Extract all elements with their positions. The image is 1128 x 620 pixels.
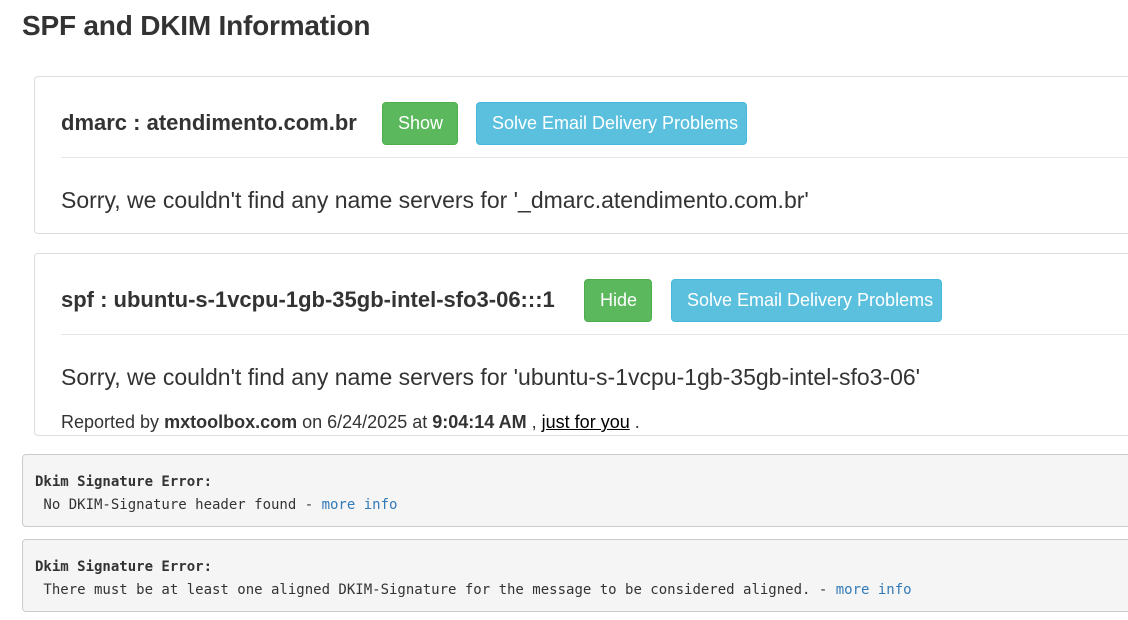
solve-email-delivery-button[interactable]: Solve Email Delivery Problems bbox=[671, 279, 942, 322]
dmarc-panel-header: dmarc : atendimento.com.br Show Solve Em… bbox=[61, 77, 1128, 158]
just-for-you-link[interactable]: just for you bbox=[542, 412, 630, 432]
spf-panel: spf : ubuntu-s-1vcpu-1gb-35gb-intel-sfo3… bbox=[34, 253, 1128, 436]
page-title: SPF and DKIM Information bbox=[22, 10, 371, 41]
reported-site: mxtoolbox.com bbox=[164, 412, 298, 432]
reported-time: 9:04:14 AM bbox=[432, 412, 527, 432]
more-info-link[interactable]: more info bbox=[322, 497, 398, 513]
solve-email-delivery-button[interactable]: Solve Email Delivery Problems bbox=[476, 102, 747, 145]
spf-message: Sorry, we couldn't find any name servers… bbox=[61, 364, 921, 390]
hide-button[interactable]: Hide bbox=[584, 279, 652, 322]
show-button[interactable]: Show bbox=[382, 102, 458, 145]
reported-date: on 6/24/2025 at bbox=[302, 412, 428, 432]
spf-panel-header: spf : ubuntu-s-1vcpu-1gb-35gb-intel-sfo3… bbox=[61, 254, 1128, 335]
dkim-error-message: There must be at least one aligned DKIM-… bbox=[35, 582, 836, 598]
reported-comma: , bbox=[531, 412, 537, 432]
dkim-error-box: Dkim Signature Error: There must be at l… bbox=[22, 539, 1128, 612]
dkim-error-box: Dkim Signature Error: No DKIM-Signature … bbox=[22, 454, 1128, 527]
dkim-error-message: No DKIM-Signature header found - bbox=[35, 497, 322, 513]
reported-end: . bbox=[634, 412, 640, 432]
dmarc-heading: dmarc : atendimento.com.br bbox=[61, 110, 357, 135]
reported-by-line: Reported by mxtoolbox.com on 6/24/2025 a… bbox=[61, 412, 640, 433]
dmarc-panel: dmarc : atendimento.com.br Show Solve Em… bbox=[34, 76, 1128, 234]
reported-prefix: Reported by bbox=[61, 412, 160, 432]
dkim-error-title: Dkim Signature Error: bbox=[35, 474, 213, 490]
more-info-link[interactable]: more info bbox=[836, 582, 912, 598]
dkim-error-title: Dkim Signature Error: bbox=[35, 559, 213, 575]
spf-heading: spf : ubuntu-s-1vcpu-1gb-35gb-intel-sfo3… bbox=[61, 287, 555, 312]
dmarc-message: Sorry, we couldn't find any name servers… bbox=[61, 187, 809, 213]
